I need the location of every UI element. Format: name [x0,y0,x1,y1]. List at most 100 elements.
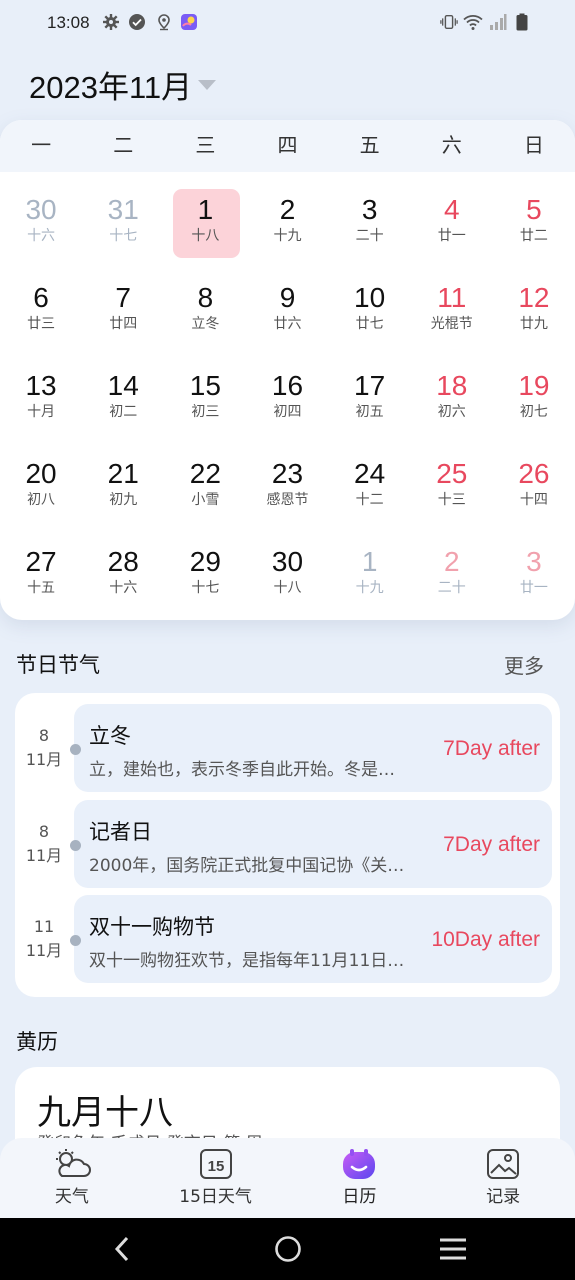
calendar-day[interactable]: 5 廿二 [493,180,575,268]
weekday-label: 六 [441,133,462,157]
festival-desc: 立，建始也，表示冬季自此开始。冬是终了的意思 [89,760,407,780]
festival-item[interactable]: 811月 记者日 2000年，国务院正式批复中国记协《关于确定记者节具体日期 7… [15,800,560,888]
day-number: 28 [107,546,139,577]
festival-item[interactable]: 1111月 双十一购物节 双十一购物狂欢节，是指每年11月11日的网络促销日 1… [15,895,560,983]
calendar-day[interactable]: 2 十九 [246,180,328,268]
calendar-day[interactable]: 24 十二 [329,444,411,532]
calendar-day[interactable]: 14 初二 [82,356,164,444]
day-number: 27 [25,546,57,577]
festival-card[interactable]: 立冬 立，建始也，表示冬季自此开始。冬是终了的意思 7Day after [74,704,552,792]
day-number: 7 [115,282,131,313]
festival-name: 双十一购物节 [89,915,215,939]
weekday-label: 日 [523,133,544,157]
back-icon [114,1236,129,1262]
back-button[interactable] [82,1218,162,1280]
festival-card[interactable]: 记者日 2000年，国务院正式批复中国记协《关于确定记者节具体日期 7Day a… [74,800,552,888]
calendar-day[interactable]: 3 二十 [329,180,411,268]
more-link[interactable]: 更多 [504,650,544,679]
calendar-day[interactable]: 7 廿四 [82,268,164,356]
calendar-day[interactable]: 8 立冬 [164,268,246,356]
day-number: 3 [526,546,542,577]
calendar-day[interactable]: 29 十七 [164,532,246,620]
bottom-tab-bar: 天气 15 15日天气 日历 记录 [0,1138,575,1218]
day-number: 23 [271,458,304,489]
calendar-day[interactable]: 30 十八 [246,532,328,620]
calendar-card: 一 二 三 四 五 六 日 30 十六 31 十七 1 十八 2 十九 3 二十 4 廿一 5 廿二 6 廿三… [0,120,575,620]
tab-label: 日历 [342,1187,377,1207]
calendar-day[interactable]: 22 小雪 [164,444,246,532]
day-number: 6 [33,282,49,313]
lunar-date: 初四 [273,404,302,420]
month-title: 2023年11月 [29,70,193,105]
almanac-lunar-date: 九月十八 [37,1093,173,1133]
calendar-day[interactable]: 3 廿一 [493,532,575,620]
calendar-day[interactable]: 17 初五 [329,356,411,444]
lunar-date: 初五 [355,404,384,420]
festival-item[interactable]: 811月 立冬 立，建始也，表示冬季自此开始。冬是终了的意思 7Day afte… [15,704,560,792]
calendar-day[interactable]: 20 初八 [0,444,82,532]
calendar-day[interactable]: 4 廿一 [411,180,493,268]
menu-icon [440,1238,466,1260]
tab-15day-weather[interactable]: 15 15日天气 [144,1138,288,1218]
status-time: 13:08 [47,13,90,32]
lunar-date: 十七 [109,228,138,244]
wifi-icon [463,15,483,30]
lunar-date: 初九 [109,492,138,508]
calendar-day[interactable]: 16 初四 [246,356,328,444]
lunar-date: 廿四 [109,316,138,332]
lunar-date: 十三 [437,492,466,508]
lunar-date: 十七 [191,580,220,596]
lunar-date: 廿六 [273,316,302,332]
day-number: 19 [518,370,550,401]
lunar-date: 十六 [109,580,138,596]
festival-day: 11 [33,917,55,936]
festival-card[interactable]: 双十一购物节 双十一购物狂欢节，是指每年11月11日的网络促销日 10Day a… [74,895,552,983]
calendar-day[interactable]: 25 十三 [411,444,493,532]
festival-name: 记者日 [89,820,152,844]
tab-weather[interactable]: 天气 [0,1138,144,1218]
calendar-day[interactable]: 10 廿七 [329,268,411,356]
calendar-day[interactable]: 28 十六 [82,532,164,620]
weekday-header: 一 二 三 四 五 六 日 [0,120,575,172]
month-selector[interactable]: 2023年11月 [29,62,217,107]
weather-icon [55,1149,91,1177]
recents-button[interactable] [413,1218,493,1280]
day-number: 1 [197,194,214,225]
calendar-day[interactable]: 1 十九 [329,532,411,620]
day-number: 17 [354,370,386,401]
settings-icon [103,14,119,30]
tab-records[interactable]: 记录 [431,1138,575,1218]
day-number: 30 [271,546,304,577]
day-number: 2 [279,194,296,225]
calendar-day[interactable]: 2 二十 [411,532,493,620]
calendar-day[interactable]: 21 初九 [82,444,164,532]
calendar-15-badge: 15 [207,1158,224,1175]
calendar-day[interactable]: 19 初七 [493,356,575,444]
calendar-day[interactable]: 15 初三 [164,356,246,444]
calendar-day[interactable]: 13 十月 [0,356,82,444]
check-circle-icon [129,14,145,30]
calendar-day[interactable]: 9 廿六 [246,268,328,356]
calendar-day[interactable]: 30 十六 [0,180,82,268]
calendar-week-row: 20 初八 21 初九 22 小雪 23 感恩节 24 十二 25 十三 26 十四 [0,444,575,532]
festivals-section-title: 节日节气 [16,653,100,677]
lunar-date: 十九 [273,228,302,244]
calendar-day[interactable]: 6 廿三 [0,268,82,356]
home-button[interactable] [248,1218,328,1280]
day-number: 8 [197,282,214,313]
calendar-day[interactable]: 23 感恩节 [246,444,328,532]
calendar-day[interactable]: 18 初六 [411,356,493,444]
lunar-date: 廿九 [519,316,548,332]
calendar-day[interactable]: 11 光棍节 [411,268,493,356]
tab-calendar[interactable]: 日历 [288,1138,432,1218]
dropdown-caret-icon [198,79,217,90]
calendar-day[interactable]: 12 廿九 [493,268,575,356]
calendar-day-selected[interactable]: 1 十八 [164,180,246,268]
timeline-dot [70,744,81,755]
calendar-day[interactable]: 26 十四 [493,444,575,532]
festival-countdown: 7Day after [443,833,540,856]
calendar-day[interactable]: 31 十七 [82,180,164,268]
day-number: 20 [25,458,57,489]
battery-icon [516,13,528,31]
calendar-day[interactable]: 27 十五 [0,532,82,620]
